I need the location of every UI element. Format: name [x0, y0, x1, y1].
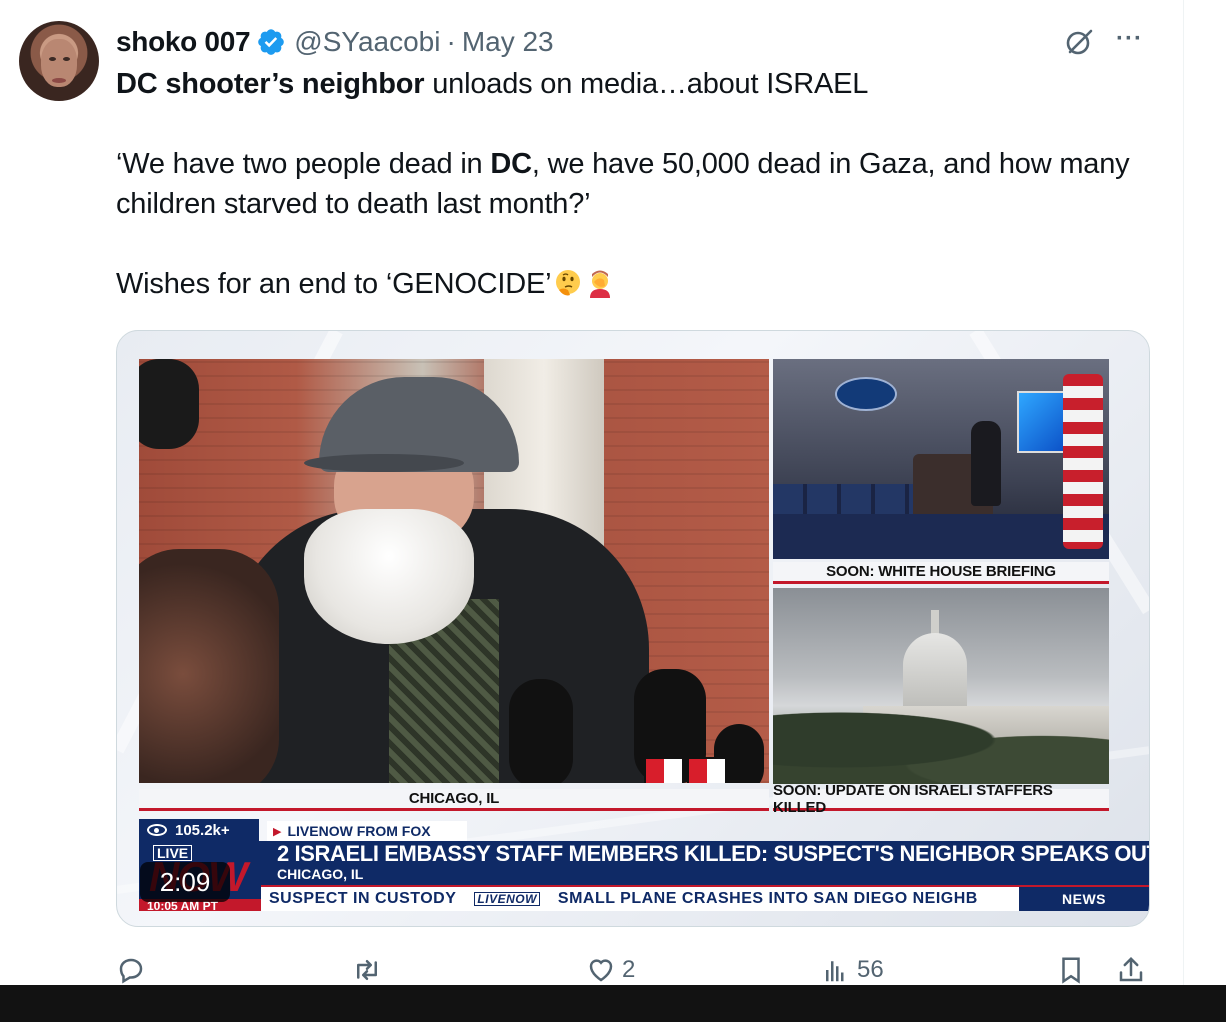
tweet-quote-bold: DC [490, 148, 532, 180]
views-count: 56 [857, 956, 884, 983]
bookmark-button[interactable] [1056, 955, 1086, 985]
viewer-count-value: 105.2k+ [175, 821, 230, 839]
avatar-eye [49, 57, 56, 61]
location-caption: CHICAGO, IL [139, 789, 769, 811]
verified-badge-icon[interactable] [256, 27, 286, 57]
grok-icon[interactable] [1063, 26, 1095, 58]
like-button[interactable]: 2 [586, 955, 635, 985]
share-button[interactable] [1116, 955, 1146, 985]
ticker-livenow-logo: LIVENOW [474, 892, 540, 906]
livenow-tag: ▶ LIVENOW FROM FOX [267, 821, 467, 841]
share-icon [1119, 956, 1143, 982]
main-camera-shot [139, 359, 769, 783]
thinking-face-emoji-icon [556, 270, 581, 296]
tweet-line-1: DC shooter’s neighbor unloads on media…a… [116, 64, 1156, 104]
tweet-quote: ‘We have two people dead in DC, we have … [116, 144, 1156, 224]
author-handle[interactable]: @SYaacobi [294, 26, 440, 58]
video-duration: 2:09 [140, 862, 230, 902]
livenow-tag-label: LIVENOW FROM FOX [287, 823, 431, 839]
tweet-line-3: Wishes for an end to ‘GENOCIDE’ [116, 264, 1156, 304]
video-frame[interactable]: SOON: WHITE HOUSE BRIEFING CHICAGO, IL S… [137, 359, 1149, 911]
news-ticker: SUSPECT IN CUSTODY LIVENOW SMALL PLANE C… [261, 885, 1149, 911]
news-headline: 2 ISRAELI EMBASSY STAFF MEMBERS KILLED: … [277, 841, 1150, 866]
repost-icon [357, 960, 377, 980]
face-palm-emoji-icon [590, 270, 611, 298]
tweet-header: shoko 007 @SYaacobi · May 23 [116, 22, 554, 62]
ticker-item: SUSPECT IN CUSTODY [269, 890, 457, 907]
author-avatar[interactable] [19, 21, 99, 101]
staff-person [971, 421, 1001, 506]
tweet-line-1-rest: unloads on media…about ISRAEL [424, 68, 869, 100]
author-display-name[interactable]: shoko 007 [116, 26, 251, 58]
tweet-line-3-text: Wishes for an end to ‘GENOCIDE’ [116, 268, 552, 300]
viewer-count: 105.2k+ [139, 819, 259, 841]
mic-flag [644, 757, 684, 783]
timeline-border [1183, 0, 1184, 985]
tweet-action-bar: 2 56 [116, 955, 1156, 985]
us-flag [1063, 374, 1103, 549]
bookmark-icon [1062, 957, 1080, 984]
ticker-item: SMALL PLANE CRASHES INTO SAN DIEGO NEIGH… [557, 890, 978, 907]
reply-button[interactable] [116, 955, 152, 985]
news-lower-third: 105.2k+ ▶ LIVENOW FROM FOX LIVE NOW 10:0… [139, 819, 1149, 911]
like-count: 2 [622, 956, 636, 983]
tweet-quote-part: ‘We have two people dead in [116, 148, 491, 180]
analytics-icon [826, 961, 844, 982]
tweet-video-card[interactable]: SOON: WHITE HOUSE BRIEFING CHICAGO, IL S… [116, 330, 1150, 927]
mic-flag [687, 757, 727, 783]
microphone [509, 679, 573, 783]
avatar-lips [52, 78, 66, 83]
repost-button[interactable] [352, 955, 388, 985]
more-options-icon[interactable]: ··· [1116, 27, 1150, 54]
white-house-shot [773, 359, 1109, 559]
capitol-caption: SOON: UPDATE ON ISRAELI STAFFERS KILLED [773, 782, 1109, 816]
tweet-text: DC shooter’s neighbor unloads on media…a… [116, 64, 1156, 304]
heart-icon [589, 959, 613, 982]
ticker-news-tab: NEWS [1019, 887, 1149, 911]
avatar-eye [63, 57, 70, 61]
bottom-overlay-bar [0, 985, 1226, 1022]
tweet-bold-lead: DC shooter’s neighbor [116, 68, 425, 100]
reply-icon [119, 958, 143, 984]
capitol-shot [773, 588, 1109, 784]
white-house-seal [835, 377, 897, 411]
foreground-blur [139, 549, 279, 783]
eye-icon [147, 824, 167, 836]
play-icon: ▶ [273, 825, 282, 838]
speaker-beard [304, 509, 474, 644]
white-house-caption: SOON: WHITE HOUSE BRIEFING [773, 562, 1109, 584]
news-sub-location: CHICAGO, IL [277, 866, 364, 882]
header-separator: · [446, 26, 456, 57]
headline-bar: 2 ISRAELI EMBASSY STAFF MEMBERS KILLED: … [261, 841, 1149, 885]
speaker-cap-brim [304, 454, 464, 472]
tweet-timestamp[interactable]: May 23 [462, 26, 554, 58]
views-button[interactable]: 56 [821, 955, 884, 985]
foreground-microphone [139, 359, 199, 449]
